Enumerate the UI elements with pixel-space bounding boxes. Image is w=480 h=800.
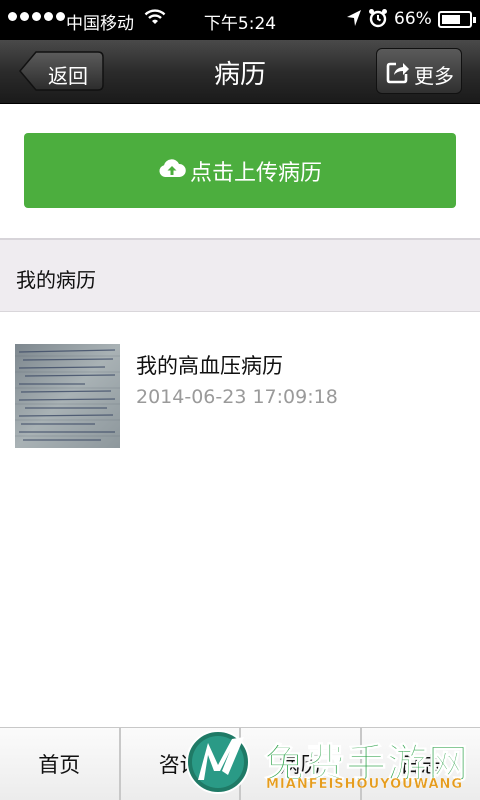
tab-records[interactable]: 病历 <box>241 728 362 800</box>
share-icon <box>386 60 410 88</box>
navigation-bar: 返回 病历 更多 <box>0 40 480 104</box>
record-thumbnail <box>15 344 120 448</box>
more-button-label: 更多 <box>414 64 454 88</box>
tab-home[interactable]: 首页 <box>0 728 121 800</box>
tab-bar: 首页 咨询 病历 日志 <box>0 727 480 800</box>
status-bar: 中国移动 下午5:24 66% <box>0 0 480 40</box>
record-timestamp: 2014-06-23 17:09:18 <box>136 386 338 408</box>
list-item[interactable]: 我的高血压病历 2014-06-23 17:09:18 <box>0 312 480 462</box>
section-header: 我的病历 <box>0 240 480 312</box>
cloud-upload-icon <box>158 157 186 185</box>
upload-record-button[interactable]: 点击上传病历 <box>24 133 456 208</box>
tab-log[interactable]: 日志 <box>361 728 480 800</box>
upload-button-label: 点击上传病历 <box>189 160 322 186</box>
battery-icon <box>438 11 476 28</box>
alarm-clock-icon <box>368 8 388 33</box>
location-arrow-icon <box>346 9 362 31</box>
upload-section: 点击上传病历 <box>0 104 480 240</box>
record-title: 我的高血压病历 <box>136 354 283 378</box>
section-title: 我的病历 <box>16 268 96 292</box>
more-button[interactable]: 更多 <box>376 48 462 94</box>
tab-consult[interactable]: 咨询 <box>120 728 241 800</box>
battery-percentage: 66% <box>394 9 432 29</box>
